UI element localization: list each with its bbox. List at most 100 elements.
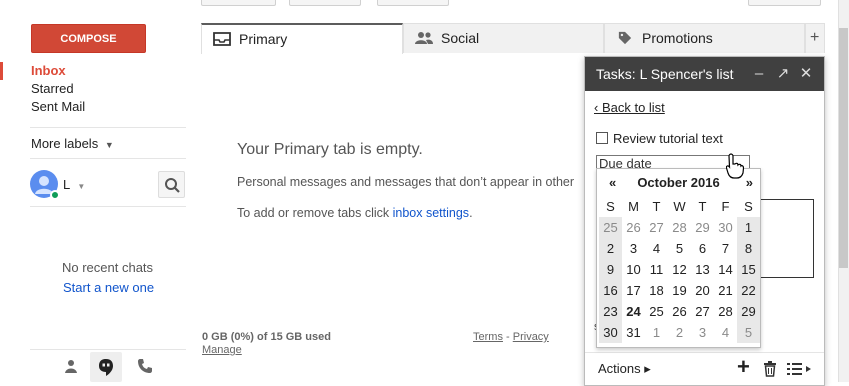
popout-icon[interactable]: ↗: [774, 57, 792, 91]
task-checkbox[interactable]: [596, 132, 608, 144]
inbox-settings-link[interactable]: inbox settings: [393, 206, 469, 220]
calendar-day[interactable]: 10: [622, 259, 645, 280]
actions-menu[interactable]: Actions ▸: [598, 361, 651, 377]
calendar-day[interactable]: 18: [645, 280, 668, 301]
calendar-day[interactable]: 26: [668, 301, 691, 322]
calendar-day[interactable]: 1: [645, 322, 668, 343]
calendar-day[interactable]: 13: [691, 259, 714, 280]
compose-button[interactable]: COMPOSE: [31, 24, 146, 53]
calendar-day[interactable]: 28: [714, 301, 737, 322]
task-label[interactable]: Review tutorial text: [613, 131, 723, 146]
calendar-day[interactable]: 14: [714, 259, 737, 280]
tab-promotions[interactable]: Promotions: [604, 23, 805, 53]
nav-item-sent-mail[interactable]: Sent Mail: [31, 99, 85, 114]
tab-primary[interactable]: Primary: [201, 23, 403, 54]
calendar-day[interactable]: 26: [622, 217, 645, 238]
weekday-label: S: [606, 199, 615, 214]
weekday-row: SMTWTFS: [599, 196, 760, 217]
more-labels-label: More labels: [31, 136, 99, 151]
calendar-day[interactable]: 15: [737, 259, 760, 280]
bottom-divider: [30, 349, 186, 350]
tasks-footer: Actions ▸ +: [585, 352, 824, 385]
calendar-day[interactable]: 17: [622, 280, 645, 301]
toolbar-button-3[interactable]: [377, 0, 449, 6]
calendar-day[interactable]: 12: [668, 259, 691, 280]
calendar-day[interactable]: 21: [714, 280, 737, 301]
back-to-list-link[interactable]: ‹ Back to list: [594, 100, 665, 115]
list-options-icon[interactable]: [787, 362, 813, 376]
contacts-icon[interactable]: [63, 358, 79, 377]
weekday-label: T: [698, 199, 707, 214]
add-task-icon[interactable]: +: [737, 354, 750, 380]
manage-storage-link[interactable]: Manage: [202, 344, 242, 356]
next-month-button[interactable]: »: [746, 175, 753, 190]
tab-promotions-label: Promotions: [642, 30, 713, 46]
user-name[interactable]: L ▼: [63, 177, 85, 192]
calendar-day[interactable]: 24: [622, 301, 645, 322]
calendar-day[interactable]: 4: [645, 238, 668, 259]
tab-social-label: Social: [441, 30, 480, 46]
calendar-day[interactable]: 27: [645, 217, 668, 238]
close-icon[interactable]: ✕: [797, 57, 815, 91]
nav-item-inbox[interactable]: Inbox: [31, 63, 66, 78]
calendar-day[interactable]: 5: [668, 238, 691, 259]
start-new-chat-link[interactable]: Start a new one: [63, 280, 154, 295]
privacy-link[interactable]: Privacy: [513, 331, 549, 343]
add-tab-button[interactable]: +: [805, 23, 825, 53]
calendar-day[interactable]: 9: [599, 259, 622, 280]
calendar-day[interactable]: 22: [737, 280, 760, 301]
weekday-label: F: [721, 199, 730, 214]
calendar-day[interactable]: 4: [714, 322, 737, 343]
tasks-title: Tasks: L Spencer's list: [596, 66, 734, 82]
tasks-header: Tasks: L Spencer's list – ↗ ✕: [585, 57, 824, 91]
tab-social[interactable]: Social: [403, 23, 604, 53]
calendar-day[interactable]: 6: [691, 238, 714, 259]
phone-icon[interactable]: [137, 358, 153, 377]
calendar-day[interactable]: 23: [599, 301, 622, 322]
calendar-day[interactable]: 25: [645, 301, 668, 322]
chat-search-button[interactable]: [158, 171, 185, 198]
hangouts-icon[interactable]: [90, 352, 122, 382]
task-item[interactable]: Review tutorial text: [596, 131, 723, 146]
tabs-hint-suffix: .: [469, 206, 473, 220]
calendar-day[interactable]: 19: [668, 280, 691, 301]
calendar-day[interactable]: 25: [599, 217, 622, 238]
calendar-day[interactable]: 16: [599, 280, 622, 301]
calendar-day[interactable]: 5: [737, 322, 760, 343]
nav-divider: [30, 127, 186, 128]
calendar-day[interactable]: 1: [737, 217, 760, 238]
footer-separator: -: [506, 331, 510, 343]
calendar-day[interactable]: 30: [599, 322, 622, 343]
calendar-day[interactable]: 28: [668, 217, 691, 238]
nav-item-starred[interactable]: Starred: [31, 81, 74, 96]
tag-icon: [618, 31, 632, 45]
calendar-day[interactable]: 3: [691, 322, 714, 343]
scrollbar-thumb[interactable]: [839, 28, 848, 268]
calendar-day[interactable]: 20: [691, 280, 714, 301]
date-picker: « October 2016 » S M T W T F S 25 26 27 28 29 30 1 2 3 4…: [596, 168, 761, 348]
calendar-day[interactable]: 8: [737, 238, 760, 259]
tab-primary-label: Primary: [239, 31, 288, 47]
calendar-day[interactable]: 31: [622, 322, 645, 343]
calendar-day[interactable]: 7: [714, 238, 737, 259]
chat-divider: [30, 206, 186, 207]
calendar-day[interactable]: 30: [714, 217, 737, 238]
calendar-day[interactable]: 3: [622, 238, 645, 259]
calendar-day[interactable]: 2: [668, 322, 691, 343]
toolbar-button-2[interactable]: [289, 0, 361, 6]
calendar-week-row: 25 26 27 28 29 30 1: [599, 217, 760, 238]
calendar-day[interactable]: 29: [737, 301, 760, 322]
storage-usage: 0 GB (0%) of 15 GB used: [202, 331, 331, 343]
calendar-day[interactable]: 27: [691, 301, 714, 322]
calendar-day[interactable]: 2: [599, 238, 622, 259]
delete-icon[interactable]: [763, 361, 777, 377]
calendar-day[interactable]: 11: [645, 259, 668, 280]
minimize-icon[interactable]: –: [750, 57, 768, 91]
terms-link[interactable]: Terms: [473, 331, 503, 343]
toolbar-button-1[interactable]: [201, 0, 276, 6]
calendar-day[interactable]: 29: [691, 217, 714, 238]
avatar[interactable]: [30, 170, 60, 200]
toolbar-button-4[interactable]: [748, 0, 821, 6]
notes-textarea[interactable]: [761, 199, 814, 278]
more-labels-toggle[interactable]: More labels ▼: [31, 136, 114, 151]
